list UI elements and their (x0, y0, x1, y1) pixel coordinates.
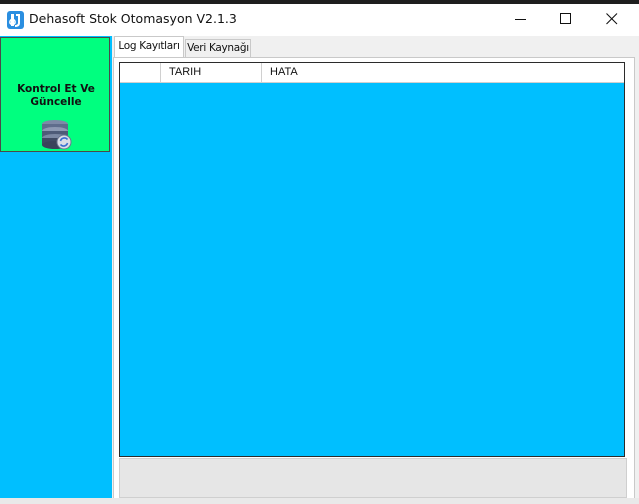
tab-veri-kaynagi[interactable]: Veri Kaynağı (185, 39, 251, 58)
minimize-icon (515, 19, 526, 20)
tab-strip: Log Kayıtları Veri Kaynağı (113, 36, 639, 58)
tab-log-kayitlari[interactable]: Log Kayıtları (114, 36, 184, 58)
check-and-update-button[interactable]: Kontrol Et Ve Güncelle (0, 37, 110, 152)
row-header-cell[interactable] (120, 63, 161, 82)
status-area (119, 458, 627, 498)
maximize-icon (560, 13, 571, 24)
window-title: Dehasoft Stok Otomasyon V2.1.3 (29, 11, 237, 26)
column-header-tarih[interactable]: TARIH (161, 63, 262, 82)
title-bar[interactable]: Dehasoft Stok Otomasyon V2.1.3 (0, 4, 639, 36)
sidebar-panel: Kontrol Et Ve Güncelle (0, 36, 112, 504)
database-sync-icon (42, 120, 72, 150)
log-grid[interactable]: TARIH HATA (119, 62, 625, 457)
column-header-hata[interactable]: HATA (262, 63, 624, 82)
maximize-button[interactable] (543, 4, 589, 35)
dehasoft-logo-icon (7, 11, 24, 29)
window-bottom-edge (0, 498, 639, 504)
close-button[interactable] (589, 4, 635, 35)
log-tab-page: TARIH HATA (113, 57, 635, 502)
grid-header: TARIH HATA (120, 63, 624, 83)
check-and-update-label: Kontrol Et Ve Güncelle (17, 83, 95, 108)
close-icon (606, 13, 618, 25)
minimize-button[interactable] (498, 4, 544, 35)
main-window: Dehasoft Stok Otomasyon V2.1.3 Kontrol E… (0, 0, 639, 504)
